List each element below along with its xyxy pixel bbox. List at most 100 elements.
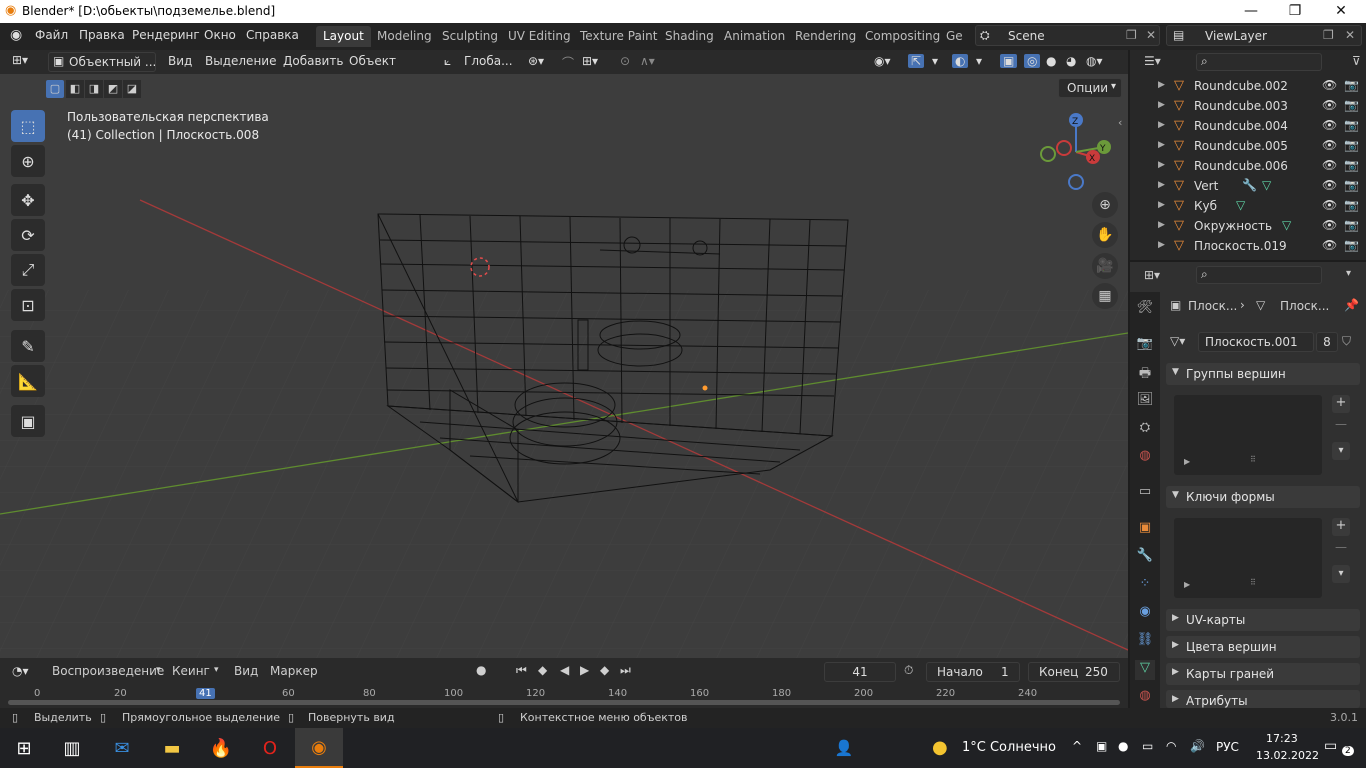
next-keyframe-icon[interactable]: ◆ [600, 663, 609, 677]
wireframe-shading-icon[interactable]: ◎ [1024, 54, 1041, 68]
firefox-icon[interactable]: 🔥 [197, 728, 245, 768]
pivot-icon[interactable]: ⊛▾ [528, 54, 544, 68]
viewlayer-selector[interactable]: ▤ ViewLayer ❐ ✕ [1166, 25, 1362, 46]
overlay-dropdown-icon[interactable]: ▾ [976, 54, 982, 68]
play-icon[interactable]: ▶ [580, 663, 589, 677]
snap-target-icon[interactable]: ⊞▾ [582, 54, 598, 68]
outliner-row[interactable]: ▶ ▽ Vert 🔧 ▽ 👁 📷 [1130, 176, 1366, 196]
current-frame-indicator[interactable]: 41 [196, 688, 215, 699]
select-extend-icon[interactable]: ◧ [66, 80, 84, 98]
expand-icon[interactable]: ▶ [1158, 220, 1165, 230]
windows-start-icon[interactable]: ⊞ [0, 728, 48, 768]
outliner-row[interactable]: ▶ ▽ Roundcube.002 👁 📷 [1130, 76, 1366, 96]
overlay-toggle-icon[interactable]: ◐ [952, 54, 969, 68]
select-subtract-icon[interactable]: ◨ [85, 80, 103, 98]
timeline-scrollbar[interactable] [8, 700, 1120, 705]
outliner-editor-icon[interactable]: ☰▾ [1144, 54, 1161, 68]
copy-viewlayer-icon[interactable]: ❐ [1323, 28, 1334, 42]
scale-tool[interactable]: ⤢ [11, 254, 45, 286]
expand-icon[interactable]: ▶ [1184, 580, 1190, 589]
tab-rendering[interactable]: Rendering [788, 26, 863, 47]
material-shading-icon[interactable]: ◕ [1066, 54, 1076, 68]
editor-type-icon[interactable]: ⊞▾ [12, 53, 28, 67]
world-tab-icon[interactable]: ◍ [1135, 448, 1155, 468]
render-camera-icon[interactable]: 📷 [1344, 98, 1359, 112]
mesh-name-field[interactable]: Плоскость.001 [1198, 332, 1314, 352]
clock-date[interactable]: 13.02.2022 [1256, 749, 1319, 762]
rotate-tool[interactable]: ⟳ [11, 219, 45, 251]
minimize-button[interactable]: — [1228, 0, 1274, 23]
resize-grip-icon[interactable]: ⠿ [1250, 455, 1256, 464]
keying-menu[interactable]: Кеинг [172, 664, 210, 678]
remove-shape-key-button[interactable]: — [1332, 540, 1350, 554]
properties-options-icon[interactable]: ▾ [1346, 268, 1351, 279]
outliner-row[interactable]: ▶ ▽ Roundcube.005 👁 📷 [1130, 136, 1366, 156]
notifications-icon[interactable]: ▭ [1324, 738, 1337, 754]
select-box-tool[interactable]: ⬚ [11, 110, 45, 142]
render-camera-icon[interactable]: 📷 [1344, 78, 1359, 92]
select-new-icon[interactable]: ▢ [46, 80, 64, 98]
add-cube-tool[interactable]: ▣ [11, 405, 45, 437]
resize-grip-icon[interactable]: ⠿ [1250, 578, 1256, 587]
options-dropdown[interactable]: Опции ▾ [1058, 78, 1122, 98]
remove-viewlayer-icon[interactable]: ✕ [1345, 28, 1355, 42]
prev-keyframe-icon[interactable]: ◆ [538, 663, 547, 677]
tab-geometry-nodes[interactable]: Ge [939, 26, 970, 47]
scene-selector[interactable]: ⛭ Scene ❐ ✕ [975, 25, 1160, 46]
shape-keys-list[interactable]: ▶ ⠿ [1174, 518, 1322, 598]
shape-keys-menu-icon[interactable]: ▾ [1332, 565, 1350, 583]
eye-icon[interactable]: 👁 [1322, 158, 1337, 172]
material-tab-icon[interactable]: ◍ [1135, 688, 1155, 708]
play-reverse-icon[interactable]: ◀ [560, 663, 569, 677]
zoom-icon[interactable]: ⊕ [1092, 192, 1118, 218]
modifier-tab-icon[interactable]: 🔧 [1135, 548, 1155, 568]
outliner-row[interactable]: ▶ ▽ Плоскость.019 👁 📷 [1130, 236, 1366, 256]
3d-cursor-icon[interactable] [470, 257, 490, 277]
eye-icon[interactable]: 👁 [1322, 98, 1337, 112]
pin-icon[interactable]: 📌 [1344, 298, 1359, 312]
transform-tool[interactable]: ⊡ [11, 289, 45, 321]
collection-tab-icon[interactable]: ▭ [1135, 484, 1155, 504]
render-camera-icon[interactable]: 📷 [1344, 238, 1359, 252]
outliner-search-input[interactable]: ⌕ [1196, 53, 1322, 71]
people-icon[interactable]: 👤 [820, 728, 868, 768]
blender-taskbar-icon[interactable]: ◉ [295, 728, 343, 768]
expand-icon[interactable]: ▶ [1158, 200, 1165, 210]
render-tab-icon[interactable]: 📷 [1135, 336, 1155, 356]
file-explorer-icon[interactable]: ▬ [148, 728, 196, 768]
vertex-groups-menu-icon[interactable]: ▾ [1332, 442, 1350, 460]
expand-icon[interactable]: ▶ [1158, 80, 1165, 90]
panel-attributes[interactable]: ▶ Атрибуты [1166, 690, 1360, 708]
start-frame-field[interactable]: Начало 1 [926, 662, 1020, 682]
copy-icon[interactable]: ❐ [1126, 28, 1137, 42]
menu-window[interactable]: Окно [204, 28, 236, 42]
tab-animation[interactable]: Animation [717, 26, 792, 47]
playback-menu[interactable]: Воспроизведение [46, 662, 170, 680]
gizmo-toggle-icon[interactable]: ⇱ [908, 54, 925, 68]
tab-uv-editing[interactable]: UV Editing [501, 26, 578, 47]
jump-start-icon[interactable]: ⏮ [516, 663, 527, 678]
add-vertex-group-button[interactable]: + [1332, 395, 1350, 413]
wifi-icon[interactable]: ◠ [1166, 739, 1176, 753]
eye-icon[interactable]: 👁 [1322, 238, 1337, 252]
pan-hand-icon[interactable]: ✋ [1092, 222, 1118, 248]
clock-time[interactable]: 17:23 [1266, 732, 1298, 745]
xray-toggle-icon[interactable]: ▣ [1000, 54, 1018, 68]
panel-vertex-groups[interactable]: ▼ Группы вершин [1166, 363, 1360, 385]
tab-compositing[interactable]: Compositing [858, 26, 947, 47]
gizmo-dropdown-icon[interactable]: ▾ [932, 54, 938, 68]
physics-tab-icon[interactable]: ◉ [1135, 604, 1155, 624]
camera-view-icon[interactable]: 🎥 [1092, 253, 1118, 279]
remove-vertex-group-button[interactable]: — [1332, 417, 1350, 431]
volume-icon[interactable]: 🔊 [1190, 739, 1205, 753]
tab-modeling[interactable]: Modeling [370, 26, 439, 47]
transform-orientation-icon[interactable]: ⟀ [444, 54, 451, 69]
falloff-icon[interactable]: ∧▾ [640, 54, 655, 68]
menu-view[interactable]: Вид [168, 54, 192, 68]
eye-icon[interactable]: 👁 [1322, 118, 1337, 132]
menu-select[interactable]: Выделение [205, 54, 276, 68]
filter-icon[interactable]: ⊽ [1352, 54, 1361, 68]
menu-file[interactable]: Файл [35, 28, 68, 42]
tab-sculpting[interactable]: Sculpting [435, 26, 505, 47]
outliner-row[interactable]: ▶ ▽ Окружность ▽ 👁 📷 [1130, 216, 1366, 236]
